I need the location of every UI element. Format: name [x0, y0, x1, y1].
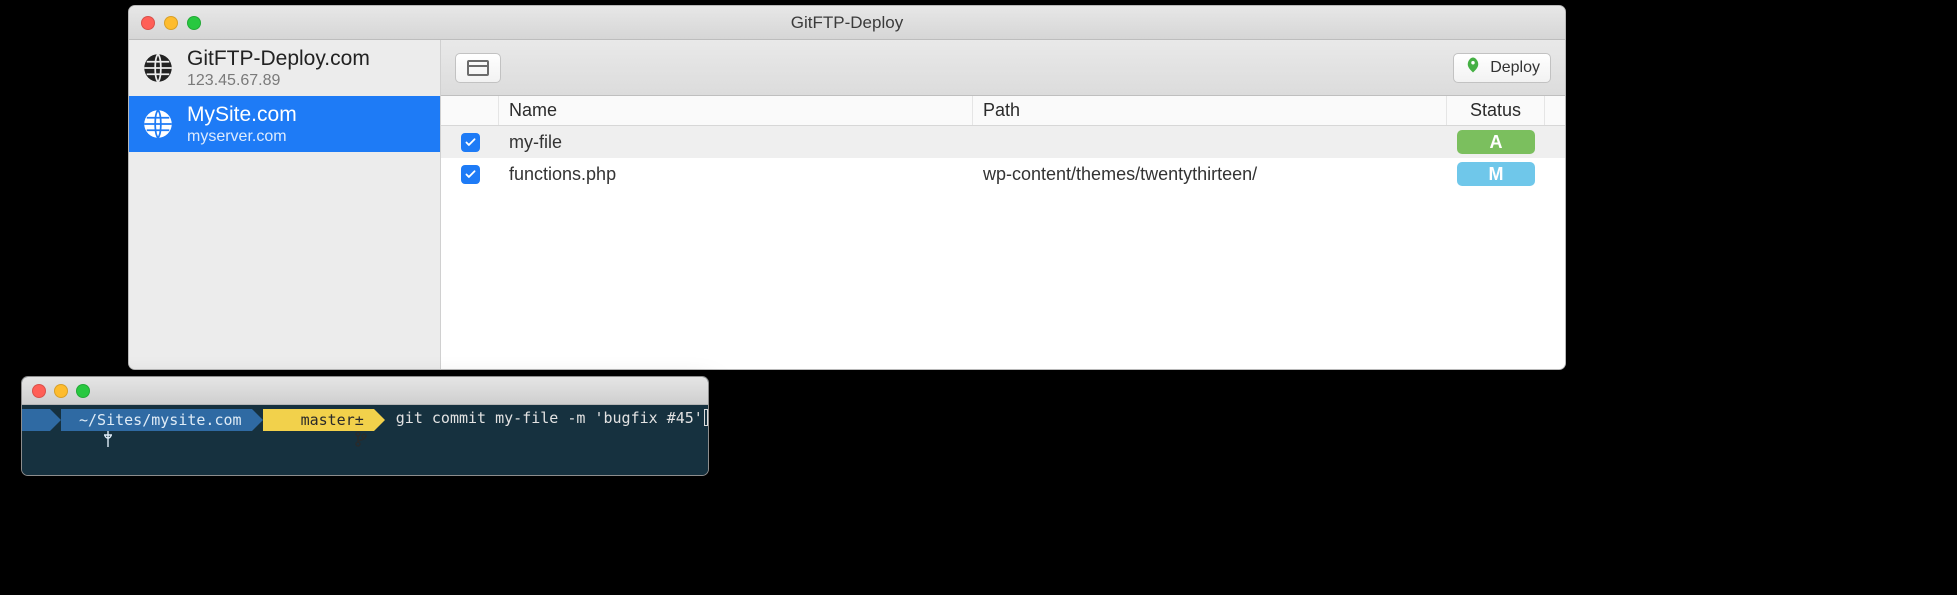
- cell-path: [973, 126, 1447, 158]
- sidebar-item-label: GitFTP-Deploy.com: [187, 47, 370, 70]
- cross-icon: [30, 413, 42, 427]
- zoom-icon[interactable]: [76, 384, 90, 398]
- app-window: GitFTP-Deploy GitFTP-Deploy.com 123.45.6…: [128, 5, 1566, 370]
- minimize-icon[interactable]: [54, 384, 68, 398]
- prompt-host-segment: [22, 409, 50, 431]
- toolbar: Deploy: [441, 40, 1565, 96]
- globe-icon: [141, 51, 175, 85]
- traffic-lights: [32, 384, 90, 398]
- status-badge: A: [1457, 130, 1535, 154]
- close-icon[interactable]: [141, 16, 155, 30]
- status-badge: M: [1457, 162, 1535, 186]
- col-name[interactable]: Name: [499, 96, 973, 125]
- sidebar-item-subtitle: 123.45.67.89: [187, 72, 370, 90]
- view-mode-button[interactable]: [455, 53, 501, 83]
- branch-icon: [283, 413, 295, 427]
- window-icon: [467, 60, 489, 76]
- titlebar[interactable]: GitFTP-Deploy: [129, 6, 1565, 40]
- main-panel: Deploy Name Path Status: [441, 40, 1565, 369]
- globe-icon: [141, 107, 175, 141]
- zoom-icon[interactable]: [187, 16, 201, 30]
- prompt-branch: master±: [301, 411, 364, 429]
- col-spacer: [1545, 96, 1565, 125]
- cell-path: wp-content/themes/twentythirteen/: [973, 158, 1447, 190]
- traffic-lights: [141, 16, 201, 30]
- col-path[interactable]: Path: [973, 96, 1447, 125]
- cell-name: functions.php: [499, 158, 973, 190]
- sidebar-item-gitftp[interactable]: GitFTP-Deploy.com 123.45.67.89: [129, 40, 440, 96]
- col-status[interactable]: Status: [1447, 96, 1545, 125]
- terminal-window: ~/Sites/mysite.com master± git commit my…: [21, 376, 709, 476]
- deploy-button-label: Deploy: [1490, 59, 1540, 77]
- sidebar: GitFTP-Deploy.com 123.45.67.89 MySite.co…: [129, 40, 441, 369]
- cell-name: my-file: [499, 126, 973, 158]
- close-icon[interactable]: [32, 384, 46, 398]
- rocket-icon: [1464, 56, 1482, 79]
- row-checkbox[interactable]: [461, 133, 480, 152]
- col-check[interactable]: [441, 96, 499, 125]
- row-checkbox[interactable]: [461, 165, 480, 184]
- file-table: Name Path Status my-file A: [441, 96, 1565, 369]
- prompt-branch-segment: master±: [263, 409, 374, 431]
- terminal-titlebar[interactable]: [22, 377, 708, 405]
- sidebar-item-label: MySite.com: [187, 103, 297, 126]
- table-header: Name Path Status: [441, 96, 1565, 126]
- terminal-body[interactable]: ~/Sites/mysite.com master± git commit my…: [22, 405, 708, 475]
- sidebar-item-subtitle: myserver.com: [187, 128, 297, 146]
- prompt-cwd-segment: ~/Sites/mysite.com: [61, 409, 252, 431]
- cursor-icon: [704, 409, 708, 426]
- table-row[interactable]: my-file A: [441, 126, 1565, 158]
- minimize-icon[interactable]: [164, 16, 178, 30]
- terminal-command: git commit my-file -m 'bugfix #45': [396, 409, 703, 427]
- window-body: GitFTP-Deploy.com 123.45.67.89 MySite.co…: [129, 40, 1565, 369]
- table-row[interactable]: functions.php wp-content/themes/twentyth…: [441, 158, 1565, 190]
- deploy-button[interactable]: Deploy: [1453, 53, 1551, 83]
- prompt-cwd: ~/Sites/mysite.com: [79, 411, 242, 429]
- window-title: GitFTP-Deploy: [129, 13, 1565, 33]
- sidebar-item-mysite[interactable]: MySite.com myserver.com: [129, 96, 440, 152]
